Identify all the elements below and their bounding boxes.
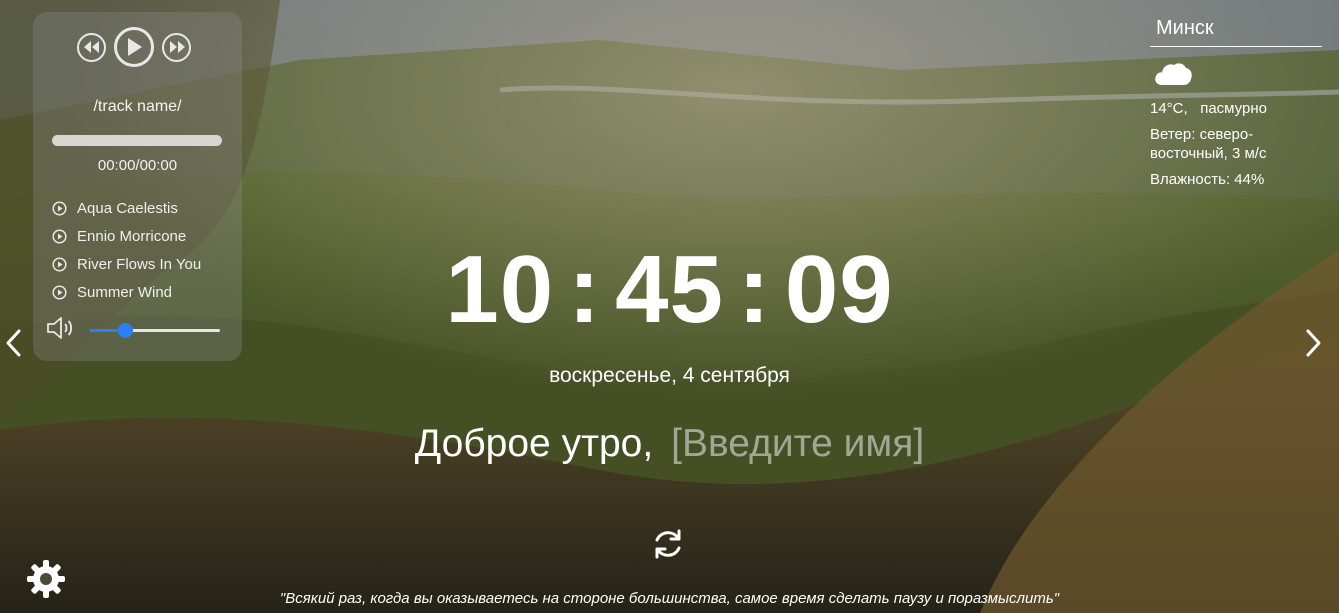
play-circle-icon xyxy=(52,200,67,216)
humidity: Влажность: 44% xyxy=(1150,171,1265,188)
refresh-quote-button[interactable] xyxy=(650,526,686,567)
greeting: Доброе утро, [Введите имя] xyxy=(0,420,1339,468)
clock-separator: : xyxy=(568,236,602,343)
greeting-text: Доброе утро, xyxy=(414,422,654,465)
previous-track-button[interactable] xyxy=(77,32,106,62)
city-input[interactable]: Минск xyxy=(1150,14,1322,47)
temperature: 14°C, xyxy=(1150,100,1188,117)
clock: 10:45:09 xyxy=(0,240,1339,340)
cloud-icon xyxy=(1155,63,1192,85)
player-controls xyxy=(77,27,191,67)
playlist-item[interactable]: Aqua Caelestis xyxy=(52,194,201,222)
progress-bar[interactable] xyxy=(52,135,222,146)
clock-hours: 10 xyxy=(445,236,555,343)
track-name: /track name/ xyxy=(93,98,182,115)
refresh-icon xyxy=(655,529,681,559)
track-time: 00:00/00:00 xyxy=(97,157,178,174)
playlist-item-title: Aqua Caelestis xyxy=(77,199,178,217)
quote-text: "Всякий раз, когда вы оказываетесь на ст… xyxy=(279,590,1060,607)
app-background: /track name/ 00:00/00:00 Aqua Caelestis … xyxy=(0,0,1339,613)
temperature-line: 14°C, пасмурно xyxy=(1150,99,1322,118)
date-label: воскресенье, 4 сентября xyxy=(549,364,790,387)
play-button[interactable] xyxy=(114,27,154,67)
clock-seconds: 09 xyxy=(784,236,894,343)
weather-icon xyxy=(1153,59,1322,92)
wind: Ветер: северо-восточный, 3 м/с xyxy=(1150,126,1267,162)
rewind-icon xyxy=(83,41,99,53)
weather-widget: Минск 14°C, пасмурно Ветер: северо-восто… xyxy=(1150,14,1322,189)
next-track-button[interactable] xyxy=(162,32,191,62)
play-icon xyxy=(128,38,142,56)
clock-minutes: 45 xyxy=(615,236,724,343)
clock-separator: : xyxy=(737,236,771,343)
fast-forward-icon xyxy=(169,41,185,53)
name-input[interactable]: [Введите имя] xyxy=(671,422,924,465)
weather-description: пасмурно xyxy=(1200,100,1267,117)
